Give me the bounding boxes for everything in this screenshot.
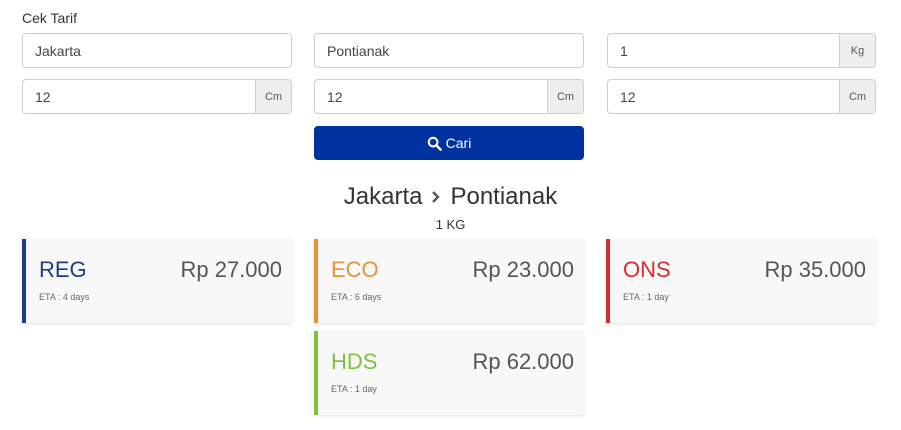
service-card-ons[interactable]: ONS ETA : 1 day Rp 35.000 — [606, 239, 876, 323]
service-card-eco[interactable]: ECO ETA : 6 days Rp 23.000 — [314, 239, 584, 323]
page-title: Cek Tarif — [22, 10, 77, 26]
service-price: Rp 23.000 — [472, 257, 574, 282]
route-heading: Jakarta Pontianak — [0, 183, 901, 211]
width-field[interactable]: Cm — [314, 79, 584, 114]
destination-field[interactable] — [314, 33, 584, 68]
weight-field[interactable]: Kg — [607, 33, 876, 68]
origin-field[interactable] — [22, 33, 292, 68]
service-price: Rp 62.000 — [472, 349, 574, 374]
service-price: Rp 35.000 — [764, 257, 866, 282]
length-field[interactable]: Cm — [22, 79, 292, 114]
width-unit-addon: Cm — [547, 80, 583, 113]
service-card-reg[interactable]: REG ETA : 4 days Rp 27.000 — [22, 239, 292, 323]
weight-summary: 1 KG — [435, 217, 466, 232]
height-field[interactable]: Cm — [607, 79, 876, 114]
service-eta: ETA : 1 day — [623, 292, 669, 302]
service-code: HDS — [331, 349, 378, 374]
service-card-hds[interactable]: HDS ETA : 1 day Rp 62.000 — [314, 331, 584, 415]
service-eta: ETA : 4 days — [39, 292, 90, 302]
route-origin: Jakarta — [343, 183, 423, 210]
service-code: ECO — [331, 257, 379, 282]
search-icon — [427, 136, 442, 151]
chevron-right-icon — [430, 189, 442, 205]
service-eta: ETA : 1 day — [331, 384, 377, 394]
weight-unit-addon: Kg — [839, 34, 875, 67]
height-input[interactable] — [608, 80, 839, 113]
length-input[interactable] — [23, 80, 255, 113]
search-button[interactable]: Cari — [314, 126, 584, 160]
destination-input[interactable] — [315, 34, 583, 67]
width-input[interactable] — [315, 80, 547, 113]
search-button-label: Cari — [445, 135, 472, 151]
service-eta: ETA : 6 days — [331, 292, 382, 302]
height-unit-addon: Cm — [839, 80, 875, 113]
length-unit-addon: Cm — [255, 80, 291, 113]
service-code: ONS — [623, 257, 671, 282]
service-code: REG — [39, 257, 87, 282]
origin-input[interactable] — [23, 34, 291, 67]
weight-input[interactable] — [608, 34, 839, 67]
route-destination: Pontianak — [450, 183, 558, 210]
service-price: Rp 27.000 — [180, 257, 282, 282]
